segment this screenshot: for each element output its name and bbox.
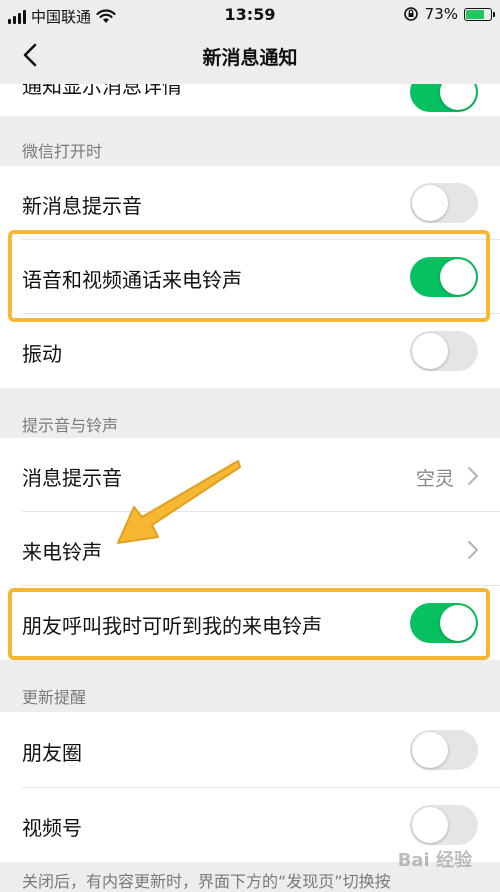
section-header-updates: 更新提醒 [0, 660, 500, 712]
toggle-switch[interactable] [410, 183, 478, 223]
nav-bar: 新消息通知 [0, 30, 500, 84]
settings-row-ringtone[interactable]: 来电铃声 [0, 512, 500, 586]
settings-row-message-sound[interactable]: 消息提示音 空灵 [0, 438, 500, 512]
page-title: 新消息通知 [202, 47, 298, 69]
settings-row-vibration[interactable]: 振动 [0, 314, 500, 388]
toggle-switch[interactable] [410, 331, 478, 371]
footer-note-text: 关闭后，有内容更新时，界面下方的“发现页”切换按 [22, 872, 391, 891]
section-header-label: 微信打开时 [22, 142, 103, 161]
row-label: 视频号 [22, 816, 82, 840]
highlight-box-friend-ringtone [8, 588, 490, 660]
row-label: 通知显示消息详情 [22, 84, 182, 98]
battery-fill [466, 9, 484, 19]
chevron-right-icon [468, 541, 478, 559]
status-right: 73% [403, 5, 495, 23]
chevron-right-icon [468, 467, 478, 485]
annotation-arrow-icon [117, 460, 241, 544]
row-label: 朋友圈 [22, 741, 82, 765]
battery-icon [464, 7, 495, 21]
orientation-lock-icon [403, 7, 418, 21]
toggle-switch[interactable] [410, 730, 478, 770]
status-bar: 中国联通 13:59 73% [0, 0, 500, 30]
row-label: 新消息提示音 [22, 194, 142, 218]
section-header-wechat-open: 微信打开时 [0, 116, 500, 166]
section-header-label: 提示音与铃声 [22, 416, 119, 435]
highlight-box-call-ringtone [8, 230, 490, 322]
settings-row-moments[interactable]: 朋友圈 [0, 712, 500, 788]
row-value: 空灵 [415, 468, 454, 490]
toggle-switch[interactable] [410, 84, 478, 112]
row-label: 振动 [22, 342, 62, 366]
section-header-label: 更新提醒 [22, 688, 87, 707]
row-label: 来电铃声 [22, 540, 102, 564]
watermark-logo: Bai 经验 [397, 850, 472, 871]
toggle-switch[interactable] [410, 805, 478, 845]
settings-row-new-message-sound[interactable]: 新消息提示音 [0, 166, 500, 240]
section-header-sounds: 提示音与铃声 [0, 388, 500, 438]
settings-row-message-details[interactable]: 通知显示消息详情 [0, 84, 500, 116]
battery-percent: 73% [424, 5, 458, 23]
